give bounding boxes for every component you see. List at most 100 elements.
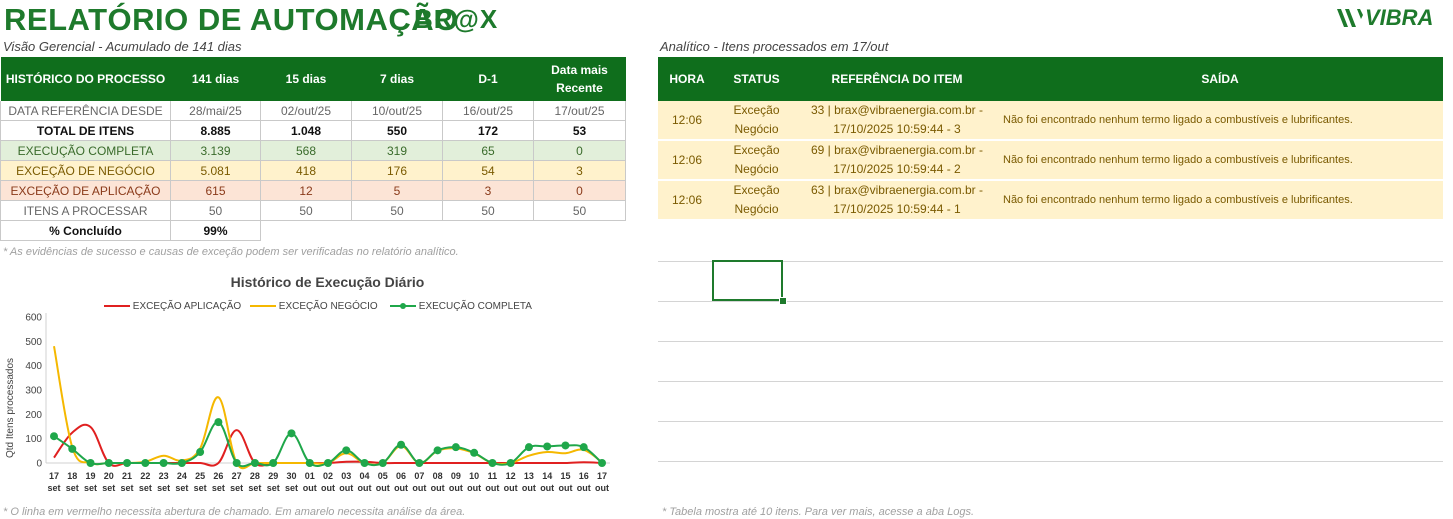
x-tick-label: 13 out [522, 471, 536, 493]
grid-divider [658, 421, 1443, 422]
x-tick-label: 12 out [504, 471, 518, 493]
table-row: 12:06 Exceção Negócio 69 | brax@vibraener… [658, 139, 1443, 180]
data-point [543, 442, 552, 451]
grid-divider [658, 301, 1443, 302]
vibra-logo-text: VIBRA [1365, 5, 1434, 30]
cell[interactable]: 319 [351, 140, 443, 161]
hora-cell[interactable]: 12:06 [658, 101, 716, 140]
series-line-1 [53, 346, 603, 470]
cell[interactable]: 53 [533, 120, 626, 141]
data-point [488, 459, 497, 467]
data-point [232, 459, 241, 467]
vibra-mark-icon [1337, 9, 1363, 27]
cell[interactable]: ITENS A PROCESSAR [0, 200, 171, 221]
cell[interactable]: 16/out/25 [442, 101, 534, 121]
x-tick-label: 17 set [47, 471, 60, 493]
cell[interactable]: EXCEÇÃO DE NEGÓCIO [0, 160, 171, 181]
cell[interactable]: 568 [260, 140, 352, 161]
cell[interactable]: 8.885 [170, 120, 261, 141]
cell[interactable]: 550 [351, 120, 443, 141]
cell[interactable]: 50 [260, 200, 352, 221]
cell[interactable]: 50 [351, 200, 443, 221]
row-excecao-aplicacao: EXCEÇÃO DE APLICAÇÃO 615 12 5 3 0 [0, 180, 626, 201]
saida-cell[interactable]: Não foi encontrado nenhum termo ligado a… [997, 139, 1443, 180]
cell[interactable]: 50 [533, 200, 626, 221]
x-tick-label: 09 out [449, 471, 463, 493]
cell[interactable]: 3 [442, 180, 534, 201]
col-hora: HORA [658, 57, 716, 101]
cell[interactable]: 50 [170, 200, 261, 221]
saida-cell[interactable]: Não foi encontrado nenhum termo ligado a… [997, 101, 1443, 140]
pct-label[interactable]: % Concluído [0, 220, 171, 241]
hora-cell[interactable]: 12:06 [658, 139, 716, 180]
summary-header-row: HISTÓRICO DO PROCESSO 141 dias 15 dias 7… [0, 57, 626, 101]
ref-line: 33 | brax@vibraenergia.com.br - [810, 103, 984, 117]
fill-handle[interactable] [779, 297, 787, 305]
cell[interactable]: TOTAL DE ITENS [0, 120, 171, 141]
x-tick-label: 18 set [66, 471, 79, 493]
cell[interactable]: 418 [260, 160, 352, 181]
status-cell[interactable]: Exceção Negócio [716, 101, 797, 140]
col-data-recente: Data mais Recente [533, 57, 626, 101]
cell[interactable]: 172 [442, 120, 534, 141]
x-tick-label: 28 set [248, 471, 261, 493]
cell[interactable]: 615 [170, 180, 261, 201]
cell[interactable]: 12 [260, 180, 352, 201]
ref-cell[interactable]: 33 | brax@vibraenergia.com.br - 17/10/202… [797, 101, 997, 140]
x-tick-label: 11 out [485, 471, 499, 493]
data-point [451, 443, 460, 452]
col-141-dias: 141 dias [170, 57, 261, 101]
data-point [433, 446, 442, 455]
x-tick-label: 10 out [467, 471, 481, 493]
cell[interactable]: 3.139 [170, 140, 261, 161]
col-status: STATUS [716, 57, 797, 101]
cell[interactable]: 28/mai/25 [170, 101, 261, 121]
y-tick-label: 600 [25, 313, 42, 324]
cell[interactable]: 02/out/25 [260, 101, 352, 121]
x-tick-label: 01 out [303, 471, 317, 493]
ref-cell[interactable]: 63 | brax@vibraenergia.com.br - 17/10/202… [797, 179, 997, 219]
cell[interactable]: 3 [533, 160, 626, 181]
status-line: Exceção [733, 183, 780, 197]
data-point [561, 441, 570, 450]
cell[interactable]: 17/out/25 [533, 101, 626, 121]
status-line: Exceção [733, 143, 780, 157]
cell[interactable]: 0 [533, 180, 626, 201]
status-line: Negócio [734, 202, 779, 216]
cell[interactable]: 10/out/25 [351, 101, 443, 121]
status-line: Negócio [734, 122, 779, 136]
vibra-logo: VIBRA [1335, 5, 1433, 31]
status-cell[interactable]: Exceção Negócio [716, 179, 797, 219]
cell[interactable]: 1.048 [260, 120, 352, 141]
x-tick-label: 30 set [285, 471, 298, 493]
cell[interactable]: 5.081 [170, 160, 261, 181]
col-saida: SAÍDA [997, 57, 1443, 101]
y-tick-label: 0 [36, 459, 42, 470]
cell[interactable]: EXCEÇÃO DE APLICAÇÃO [0, 180, 171, 201]
x-tick-label: 26 set [212, 471, 225, 493]
saida-cell[interactable]: Não foi encontrado nenhum termo ligado a… [997, 179, 1443, 219]
left-subtitle: Visão Gerencial - Acumulado de 141 dias [3, 39, 242, 54]
cell[interactable]: EXECUÇÃO COMPLETA [0, 140, 171, 161]
y-tick-label: 100 [25, 434, 42, 445]
x-tick-label: 05 out [376, 471, 390, 493]
status-cell[interactable]: Exceção Negócio [716, 139, 797, 180]
data-point [159, 459, 168, 467]
selected-cell[interactable] [712, 260, 783, 301]
x-axis: 17 set 18 set 19 set 20 set 21 set 22 set 23 set 24 set… [46, 462, 610, 493]
cell[interactable]: 5 [351, 180, 443, 201]
cell[interactable]: DATA REFERÊNCIA DESDE [0, 101, 171, 121]
cell[interactable]: 54 [442, 160, 534, 181]
pct-value[interactable]: 99% [170, 220, 261, 241]
cell[interactable]: 0 [533, 140, 626, 161]
row-total-itens: TOTAL DE ITENS 8.885 1.048 550 172 53 [0, 120, 626, 141]
ref-cell[interactable]: 69 | brax@vibraenergia.com.br - 17/10/202… [797, 139, 997, 180]
cell[interactable]: 50 [442, 200, 534, 221]
x-tick-label: 29 set [267, 471, 280, 493]
analytic-header-row: HORA STATUS REFERÊNCIA DO ITEM SAÍDA [658, 57, 1443, 101]
data-point [579, 443, 588, 452]
x-tick-label: 21 set [121, 471, 134, 493]
cell[interactable]: 65 [442, 140, 534, 161]
cell[interactable]: 176 [351, 160, 443, 181]
hora-cell[interactable]: 12:06 [658, 179, 716, 219]
